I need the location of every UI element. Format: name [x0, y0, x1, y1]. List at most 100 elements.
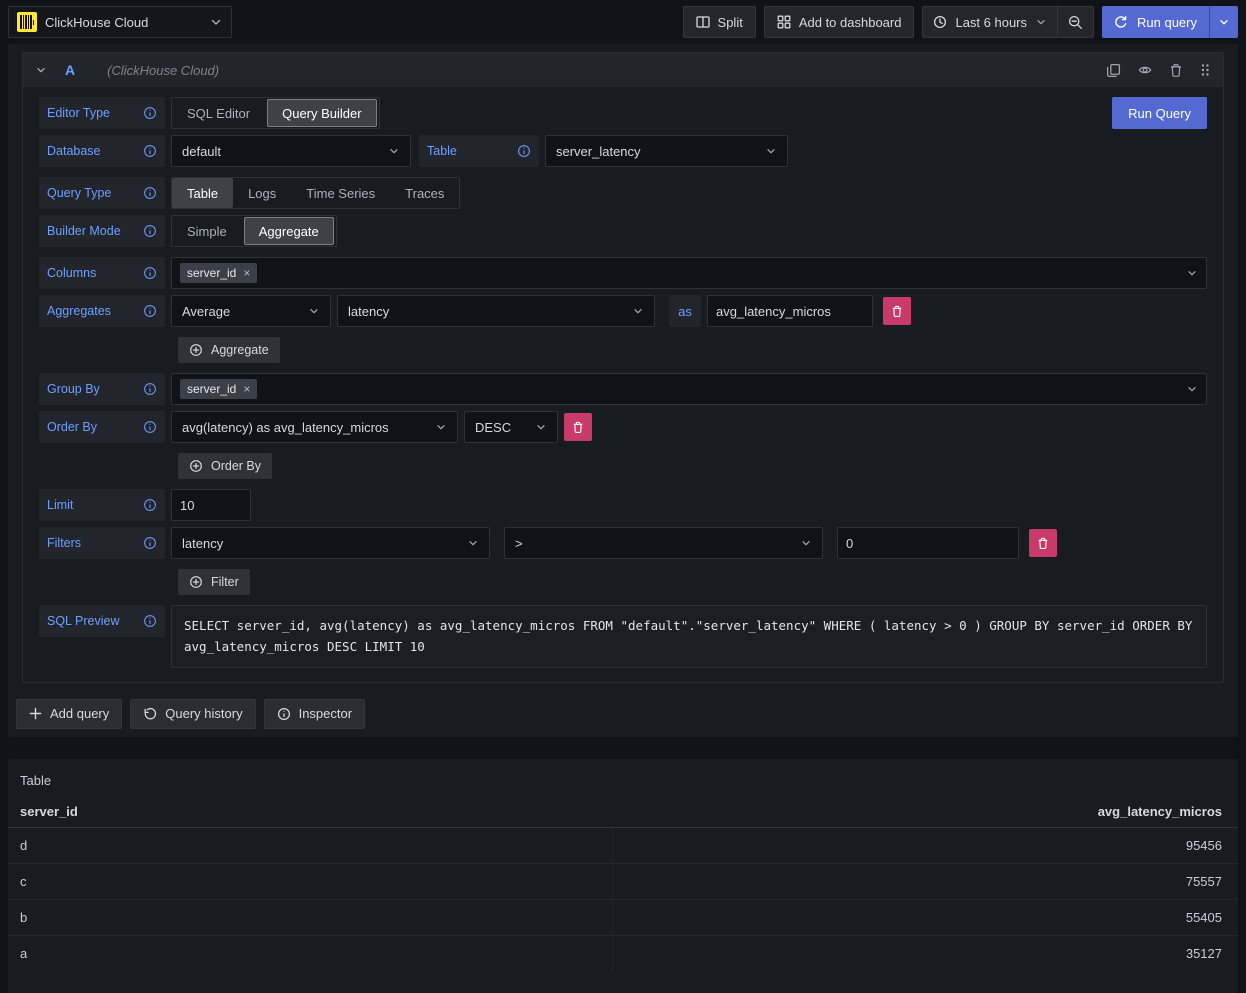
- zoom-out-time-button[interactable]: [1057, 7, 1093, 37]
- order-by-direction-select[interactable]: DESC: [464, 411, 558, 443]
- info-icon[interactable]: [143, 144, 157, 158]
- query-type-option-time-series[interactable]: Time Series: [291, 178, 390, 208]
- info-icon[interactable]: [143, 106, 157, 120]
- database-value: default: [182, 144, 221, 159]
- info-icon[interactable]: [143, 614, 157, 628]
- filters-label: Filters: [47, 536, 81, 550]
- query-row-A: A (ClickHouse Cloud): [22, 52, 1224, 683]
- filter-column-value: latency: [182, 536, 223, 551]
- aggregates-label: Aggregates: [47, 304, 111, 318]
- trash-icon: [891, 305, 903, 318]
- close-icon[interactable]: ×: [243, 267, 250, 279]
- column-header-avg-latency-micros[interactable]: avg_latency_micros: [613, 804, 1222, 819]
- filter-operator-select[interactable]: >: [504, 527, 823, 559]
- info-icon[interactable]: [143, 224, 157, 238]
- add-filter-button[interactable]: Filter: [178, 569, 250, 595]
- table-label-box: Table: [419, 135, 539, 167]
- query-type-option-table[interactable]: Table: [172, 178, 233, 208]
- datasource-picker[interactable]: ClickHouse Cloud: [8, 6, 232, 38]
- run-query-label: Run query: [1137, 15, 1197, 30]
- limit-row: Limit: [39, 489, 1207, 521]
- run-query-split-button: Run query: [1102, 6, 1238, 38]
- add-to-dashboard-button[interactable]: Add to dashboard: [764, 6, 915, 38]
- query-ref-id[interactable]: A: [65, 62, 75, 78]
- aggregates-row: Aggregates Average latency: [39, 295, 1207, 327]
- info-icon[interactable]: [143, 266, 157, 280]
- query-builder-body: Editor Type SQL Editor Query Builder Run…: [23, 87, 1223, 682]
- add-aggregate-button[interactable]: Aggregate: [178, 337, 280, 363]
- add-query-button[interactable]: Add query: [16, 699, 122, 729]
- database-label-box: Database: [39, 135, 165, 167]
- remove-aggregate-button[interactable]: [883, 297, 911, 325]
- query-type-option-logs[interactable]: Logs: [233, 178, 291, 208]
- remove-query-button[interactable]: [1169, 63, 1183, 78]
- apps-grid-icon: [777, 15, 791, 29]
- add-to-dashboard-label: Add to dashboard: [799, 15, 902, 30]
- time-range-picker[interactable]: Last 6 hours: [923, 7, 1057, 37]
- editor-type-option-sql-editor[interactable]: SQL Editor: [172, 98, 265, 128]
- group-by-multiselect[interactable]: server_id ×: [171, 373, 1207, 405]
- split-button[interactable]: Split: [683, 6, 756, 38]
- add-order-by-button[interactable]: Order By: [178, 453, 272, 479]
- filter-operator-value: >: [515, 536, 523, 551]
- info-icon[interactable]: [143, 498, 157, 512]
- duplicate-query-button[interactable]: [1106, 63, 1121, 78]
- drag-handle[interactable]: [1199, 63, 1211, 77]
- zoom-out-icon: [1068, 15, 1083, 30]
- table-select[interactable]: server_latency: [545, 135, 788, 167]
- info-icon[interactable]: [143, 186, 157, 200]
- collapse-query-button[interactable]: [35, 64, 47, 76]
- info-icon[interactable]: [143, 304, 157, 318]
- hide-query-button[interactable]: [1137, 63, 1153, 77]
- info-icon[interactable]: [143, 382, 157, 396]
- aggregate-alias-input[interactable]: [707, 295, 873, 327]
- limit-input[interactable]: [171, 489, 251, 521]
- run-query-options-button[interactable]: [1209, 6, 1238, 38]
- table-row: b 55405: [8, 900, 1238, 936]
- query-row-header: A (ClickHouse Cloud): [23, 53, 1223, 87]
- run-query-editor-button[interactable]: Run Query: [1112, 97, 1207, 129]
- info-icon[interactable]: [143, 420, 157, 434]
- info-icon[interactable]: [143, 536, 157, 550]
- run-query-button[interactable]: Run query: [1102, 6, 1209, 38]
- clock-icon: [933, 15, 947, 29]
- columns-label: Columns: [47, 266, 96, 280]
- aggregate-function-value: Average: [182, 304, 230, 319]
- aggregate-function-select[interactable]: Average: [171, 295, 331, 327]
- aggregate-column-select[interactable]: latency: [337, 295, 655, 327]
- filter-value-input[interactable]: [837, 527, 1019, 559]
- database-label: Database: [47, 144, 101, 158]
- order-by-expression-select[interactable]: avg(latency) as avg_latency_micros: [171, 411, 458, 443]
- builder-mode-option-simple[interactable]: Simple: [172, 216, 242, 246]
- group-by-label: Group By: [47, 382, 100, 396]
- circled-plus-icon: [189, 343, 203, 357]
- info-icon[interactable]: [517, 144, 531, 158]
- group-by-row: Group By server_id ×: [39, 373, 1207, 405]
- order-by-row: Order By avg(latency) as avg_latency_mic…: [39, 411, 1207, 443]
- cell-avg-latency: 75557: [613, 864, 1222, 899]
- sync-icon: [1114, 15, 1128, 29]
- builder-mode-label-box: Builder Mode: [39, 215, 165, 247]
- results-table: server_id avg_latency_micros d 95456 c 7…: [8, 804, 1238, 972]
- remove-order-by-button[interactable]: [564, 413, 592, 441]
- editor-type-option-query-builder[interactable]: Query Builder: [267, 99, 376, 127]
- builder-mode-row: Builder Mode Simple Aggregate: [39, 215, 1207, 247]
- order-by-label: Order By: [47, 420, 97, 434]
- order-by-direction-value: DESC: [475, 420, 511, 435]
- add-filter-row: Filter: [39, 565, 1207, 595]
- editor-type-label: Editor Type: [47, 106, 110, 120]
- builder-mode-option-aggregate[interactable]: Aggregate: [244, 217, 334, 245]
- close-icon[interactable]: ×: [243, 383, 250, 395]
- inspector-button[interactable]: Inspector: [264, 699, 365, 729]
- columns-multiselect[interactable]: server_id ×: [171, 257, 1207, 289]
- filter-column-select[interactable]: latency: [171, 527, 490, 559]
- info-circle-icon: [277, 707, 291, 721]
- query-type-option-traces[interactable]: Traces: [390, 178, 459, 208]
- remove-filter-button[interactable]: [1029, 529, 1057, 557]
- query-history-button[interactable]: Query history: [130, 699, 255, 729]
- database-select[interactable]: default: [171, 135, 411, 167]
- split-label: Split: [718, 15, 743, 30]
- column-header-server-id[interactable]: server_id: [20, 804, 613, 819]
- history-icon: [143, 707, 157, 721]
- time-range-label: Last 6 hours: [955, 15, 1027, 30]
